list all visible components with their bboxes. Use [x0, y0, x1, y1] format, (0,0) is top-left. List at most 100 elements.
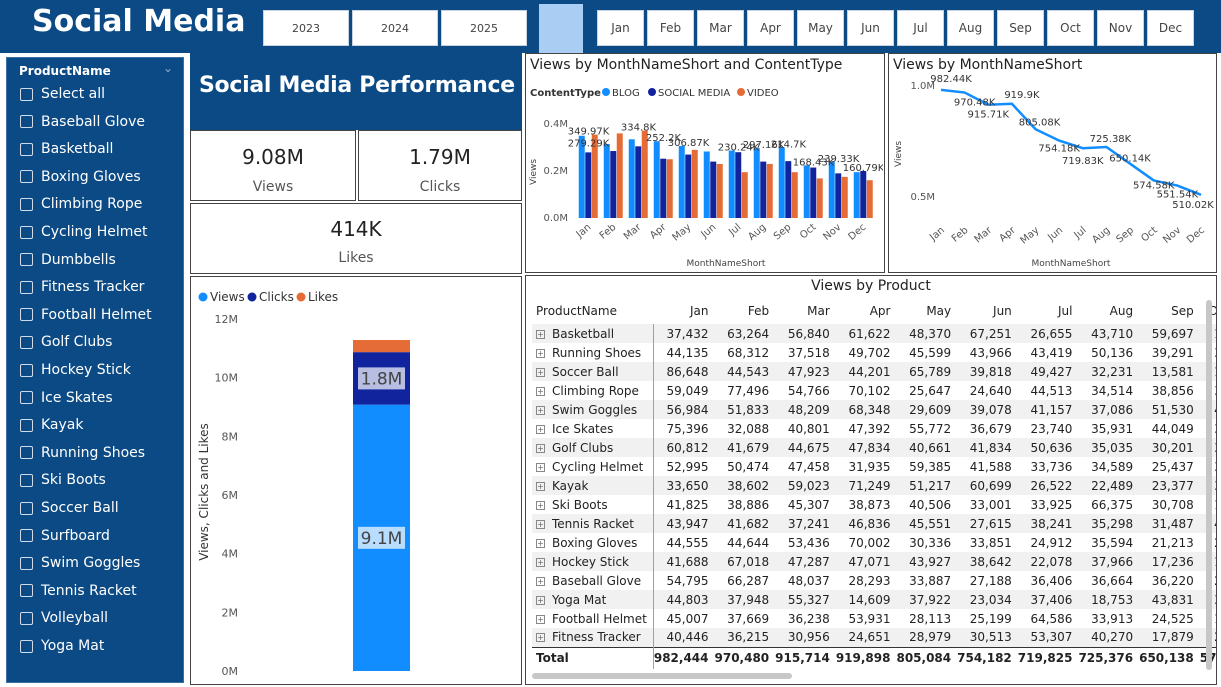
expand-icon[interactable]: +: [536, 462, 545, 472]
checkbox[interactable]: [20, 335, 33, 349]
expand-icon[interactable]: +: [536, 557, 545, 567]
month-button-jun[interactable]: Jun: [847, 10, 894, 46]
checkbox[interactable]: [20, 556, 33, 570]
checkbox[interactable]: [20, 446, 33, 460]
expand-icon[interactable]: +: [536, 595, 545, 605]
column-header[interactable]: Jan: [653, 298, 714, 324]
table-cell: 32,231: [1078, 362, 1140, 381]
checkbox[interactable]: [20, 142, 33, 156]
checkbox[interactable]: [20, 197, 33, 211]
year-button-2025[interactable]: 2025: [441, 10, 527, 46]
expand-icon[interactable]: +: [536, 538, 545, 548]
checkbox[interactable]: [20, 473, 33, 487]
slicer-item-golf-clubs[interactable]: Golf Clubs: [20, 334, 112, 350]
checkbox[interactable]: [20, 639, 33, 653]
slicer-item-fitness-tracker[interactable]: Fitness Tracker: [20, 279, 144, 295]
checkbox[interactable]: [20, 363, 33, 377]
expand-icon[interactable]: +: [536, 443, 545, 453]
expand-icon[interactable]: +: [536, 576, 545, 586]
year-button-2023[interactable]: 2023: [263, 10, 349, 46]
table-row: + Ice Skates 75,396 32,088 40,801 47,392 55,77…: [532, 419, 1216, 438]
slicer-item-ski-boots[interactable]: Ski Boots: [20, 472, 106, 488]
horizontal-scrollbar[interactable]: [532, 673, 792, 679]
month-button-nov[interactable]: Nov: [1097, 10, 1144, 46]
slicer-item-boxing-gloves[interactable]: Boxing Gloves: [20, 169, 141, 185]
checkbox[interactable]: [20, 115, 33, 129]
slicer-item-baseball-glove[interactable]: Baseball Glove: [20, 114, 145, 130]
column-header[interactable]: Jul: [1018, 298, 1079, 324]
slicer-item-climbing-rope[interactable]: Climbing Rope: [20, 196, 142, 212]
checkbox[interactable]: [20, 170, 33, 184]
slicer-item-hockey-stick[interactable]: Hockey Stick: [20, 362, 131, 378]
checkbox[interactable]: [20, 391, 33, 405]
column-header[interactable]: ProductName: [532, 298, 653, 324]
expand-icon[interactable]: +: [536, 367, 545, 377]
month-button-apr[interactable]: Apr: [747, 10, 794, 46]
expand-icon[interactable]: +: [536, 500, 545, 510]
checkbox[interactable]: [20, 225, 33, 239]
slicer-item-swim-goggles[interactable]: Swim Goggles: [20, 555, 140, 571]
column-header[interactable]: Sep: [1139, 298, 1200, 324]
month-button-feb[interactable]: Feb: [647, 10, 694, 46]
legend-title: ContentType: [530, 88, 601, 99]
bar: [678, 145, 685, 218]
slicer-item-tennis-racket[interactable]: Tennis Racket: [20, 583, 137, 599]
expand-icon[interactable]: +: [536, 519, 545, 529]
vertical-scrollbar[interactable]: [1206, 300, 1212, 670]
table-cell: 48,037: [787, 573, 830, 588]
slicer-item-volleyball[interactable]: Volleyball: [20, 610, 108, 626]
month-button-jan[interactable]: Jan: [597, 10, 644, 46]
expand-icon[interactable]: +: [536, 481, 545, 491]
slicer-item-basketball[interactable]: Basketball: [20, 141, 113, 157]
expand-icon[interactable]: +: [536, 633, 545, 643]
month-button-aug[interactable]: Aug: [947, 10, 994, 46]
slicer-item-label: Kayak: [41, 417, 84, 434]
x-tick-label: Mar: [973, 224, 995, 245]
checkbox[interactable]: [20, 529, 33, 543]
slicer-item-football-helmet[interactable]: Football Helmet: [20, 307, 152, 323]
column-header[interactable]: Apr: [836, 298, 897, 324]
expand-icon[interactable]: +: [536, 424, 545, 434]
slicer-item-dumbbells[interactable]: Dumbbells: [20, 252, 116, 268]
column-header[interactable]: May: [896, 298, 957, 324]
x-axis-label: MonthNameShort: [1032, 259, 1111, 269]
expand-icon[interactable]: +: [536, 614, 545, 624]
product-name-cell: + Golf Clubs: [532, 438, 654, 457]
month-button-oct[interactable]: Oct: [1047, 10, 1094, 46]
column-header[interactable]: Jun: [957, 298, 1018, 324]
checkbox[interactable]: [20, 584, 33, 598]
expand-icon[interactable]: +: [536, 329, 545, 339]
expand-icon[interactable]: +: [536, 405, 545, 415]
slicer-item-surfboard[interactable]: Surfboard: [20, 528, 110, 544]
month-button-dec[interactable]: Dec: [1147, 10, 1194, 46]
checkbox[interactable]: [20, 280, 33, 294]
slicer-item-yoga-mat[interactable]: Yoga Mat: [20, 638, 104, 654]
table-cell: 14,609: [835, 590, 897, 609]
slicer-item-kayak[interactable]: Kayak: [20, 417, 84, 433]
checkbox[interactable]: [20, 611, 33, 625]
month-button-may[interactable]: May: [797, 10, 844, 46]
slicer-item-running-shoes[interactable]: Running Shoes: [20, 445, 145, 461]
slicer-item-cycling-helmet[interactable]: Cycling Helmet: [20, 224, 148, 240]
column-header[interactable]: Feb: [715, 298, 776, 324]
checkbox[interactable]: [20, 308, 33, 322]
month-button-sep[interactable]: Sep: [997, 10, 1044, 46]
product-name-cell: + Cycling Helmet: [532, 457, 654, 476]
column-header[interactable]: Mar: [775, 298, 836, 324]
chevron-down-icon[interactable]: ⌄: [163, 61, 173, 75]
checkbox[interactable]: [20, 501, 33, 515]
checkbox[interactable]: [20, 253, 33, 267]
bar: [841, 176, 848, 218]
expand-icon[interactable]: +: [536, 386, 545, 396]
slicer-item-soccer-ball[interactable]: Soccer Ball: [20, 500, 119, 516]
year-button-2024[interactable]: 2024: [352, 10, 438, 46]
expand-icon[interactable]: +: [536, 348, 545, 358]
checkbox[interactable]: [20, 418, 33, 432]
slicer-item-ice-skates[interactable]: Ice Skates: [20, 390, 113, 406]
kpi-card-views: 9.08M Views: [190, 130, 356, 201]
checkbox[interactable]: [20, 87, 33, 101]
month-button-jul[interactable]: Jul: [897, 10, 944, 46]
column-header[interactable]: Aug: [1078, 298, 1139, 324]
month-button-mar[interactable]: Mar: [697, 10, 744, 46]
slicer-item-select-all[interactable]: Select all: [20, 86, 105, 102]
